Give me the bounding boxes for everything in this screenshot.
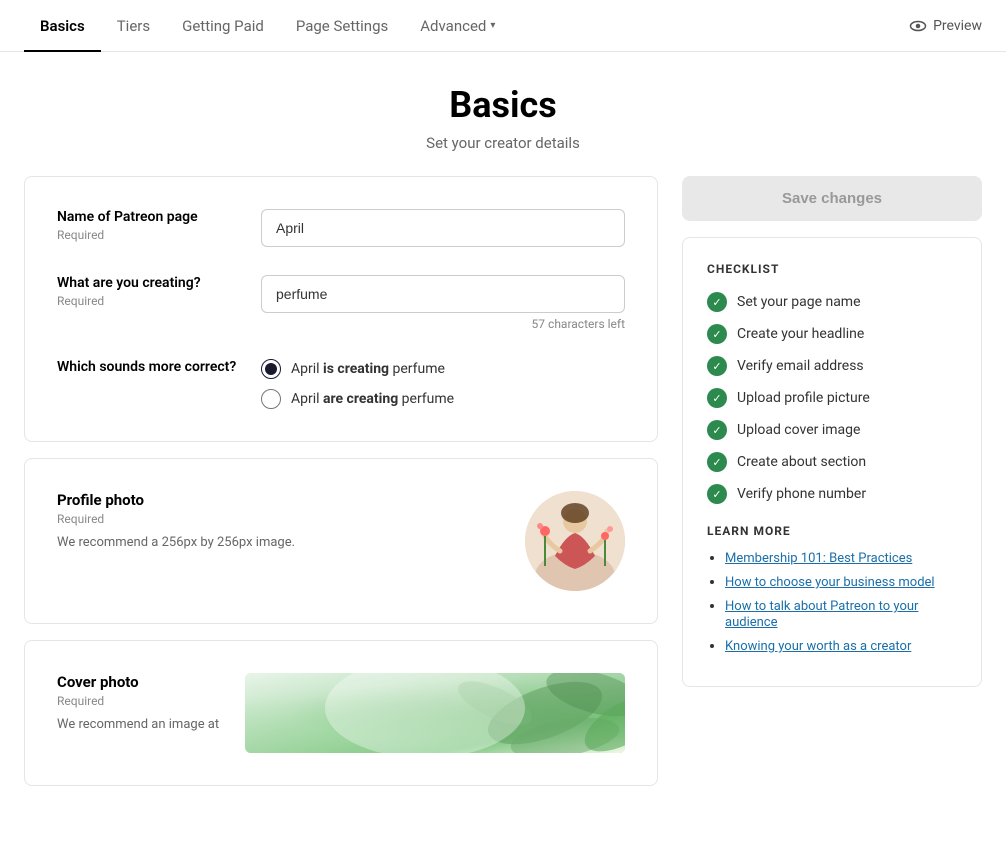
char-count: 57 characters left [261, 317, 625, 331]
eye-icon [909, 17, 927, 35]
radio-option-are[interactable]: April are creating perfume [261, 389, 625, 409]
learn-more-list: Membership 101: Best Practices How to ch… [707, 550, 957, 654]
check-icon-6: ✓ [707, 484, 727, 504]
checklist-item-3: ✓ Upload profile picture [707, 388, 957, 408]
chevron-down-icon: ▾ [490, 20, 495, 31]
sidebar: Save changes CHECKLIST ✓ Set your page n… [682, 176, 982, 802]
cover-photo-label: Cover photo [57, 673, 221, 691]
profile-photo-section: Profile photo Required We recommend a 25… [57, 491, 625, 591]
checklist-text-4: Upload cover image [737, 422, 860, 438]
nav-page-settings[interactable]: Page Settings [280, 1, 404, 51]
learn-more-item-1: How to choose your business model [725, 574, 957, 590]
content-layout: Name of Patreon page Required What are y… [24, 176, 982, 842]
check-icon-2: ✓ [707, 356, 727, 376]
checklist-item-0: ✓ Set your page name [707, 292, 957, 312]
radio-are-creating[interactable] [261, 389, 281, 409]
cover-photo-card: Cover photo Required We recommend an ima… [24, 640, 658, 786]
page-name-label: Name of Patreon page [57, 209, 237, 225]
nav-items: Basics Tiers Getting Paid Page Settings … [24, 1, 909, 51]
checklist-text-0: Set your page name [737, 294, 861, 310]
learn-more-link-3[interactable]: Knowing your worth as a creator [725, 639, 911, 654]
checklist-item-6: ✓ Verify phone number [707, 484, 957, 504]
learn-more-item-0: Membership 101: Best Practices [725, 550, 957, 566]
profile-photo-label: Profile photo [57, 491, 501, 509]
checklist-text-1: Create your headline [737, 326, 864, 342]
nav-tiers[interactable]: Tiers [101, 1, 166, 51]
radio-is-text: April is creating perfume [291, 361, 445, 377]
page-title: Basics [24, 84, 982, 126]
checklist-text-5: Create about section [737, 454, 866, 470]
pronoun-label: Which sounds more correct? [57, 359, 237, 375]
basics-card: Name of Patreon page Required What are y… [24, 176, 658, 442]
page-name-required: Required [57, 228, 104, 242]
main-container: Basics Set your creator details Name of … [0, 52, 1006, 842]
check-icon-0: ✓ [707, 292, 727, 312]
main-content: Name of Patreon page Required What are y… [24, 176, 658, 802]
learn-more-item-3: Knowing your worth as a creator [725, 638, 957, 654]
check-icon-5: ✓ [707, 452, 727, 472]
profile-photo-required: Required [57, 512, 501, 526]
nav-advanced[interactable]: Advanced ▾ [404, 1, 511, 51]
checklist-item-4: ✓ Upload cover image [707, 420, 957, 440]
radio-group: April is creating perfume April are crea… [261, 359, 625, 409]
top-navigation: Basics Tiers Getting Paid Page Settings … [0, 0, 1006, 52]
cover-svg [245, 673, 625, 753]
creating-group: What are you creating? Required 57 chara… [57, 275, 625, 331]
profile-photo-card: Profile photo Required We recommend a 25… [24, 458, 658, 624]
nav-basics[interactable]: Basics [24, 1, 101, 51]
pronoun-group: Which sounds more correct? April is crea… [57, 359, 625, 409]
page-header: Basics Set your creator details [24, 52, 982, 176]
profile-photo-description: We recommend a 256px by 256px image. [57, 534, 501, 552]
cover-photo-description: We recommend an image at [57, 716, 221, 734]
checklist-text-2: Verify email address [737, 358, 864, 374]
checklist-text-3: Upload profile picture [737, 390, 870, 406]
save-changes-button[interactable]: Save changes [682, 176, 982, 221]
checklist-text-6: Verify phone number [737, 486, 866, 502]
radio-is-creating[interactable] [261, 359, 281, 379]
avatar-image [525, 491, 625, 591]
preview-link[interactable]: Preview [909, 17, 982, 35]
creating-required: Required [57, 294, 104, 308]
radio-option-is[interactable]: April is creating perfume [261, 359, 625, 379]
check-icon-3: ✓ [707, 388, 727, 408]
checklist-item-2: ✓ Verify email address [707, 356, 957, 376]
learn-more-link-2[interactable]: How to talk about Patreon to your audien… [725, 599, 918, 630]
cover-photo-required: Required [57, 694, 221, 708]
check-icon-4: ✓ [707, 420, 727, 440]
page-subtitle: Set your creator details [24, 134, 982, 152]
learn-more-link-1[interactable]: How to choose your business model [725, 575, 935, 590]
creating-input[interactable] [261, 275, 625, 313]
profile-avatar[interactable] [525, 491, 625, 591]
check-icon-1: ✓ [707, 324, 727, 344]
creating-label: What are you creating? [57, 275, 237, 291]
checklist-title: CHECKLIST [707, 262, 957, 276]
checklist-item-1: ✓ Create your headline [707, 324, 957, 344]
checklist-item-5: ✓ Create about section [707, 452, 957, 472]
learn-more-title: LEARN MORE [707, 524, 957, 538]
cover-photo-image[interactable] [245, 673, 625, 753]
cover-photo-section: Cover photo Required We recommend an ima… [57, 673, 625, 753]
radio-are-text: April are creating perfume [291, 391, 454, 407]
page-name-group: Name of Patreon page Required [57, 209, 625, 247]
learn-more-item-2: How to talk about Patreon to your audien… [725, 598, 957, 630]
checklist-card: CHECKLIST ✓ Set your page name ✓ Create … [682, 237, 982, 687]
learn-more-link-0[interactable]: Membership 101: Best Practices [725, 551, 912, 566]
nav-getting-paid[interactable]: Getting Paid [166, 1, 280, 51]
page-name-input[interactable] [261, 209, 625, 247]
